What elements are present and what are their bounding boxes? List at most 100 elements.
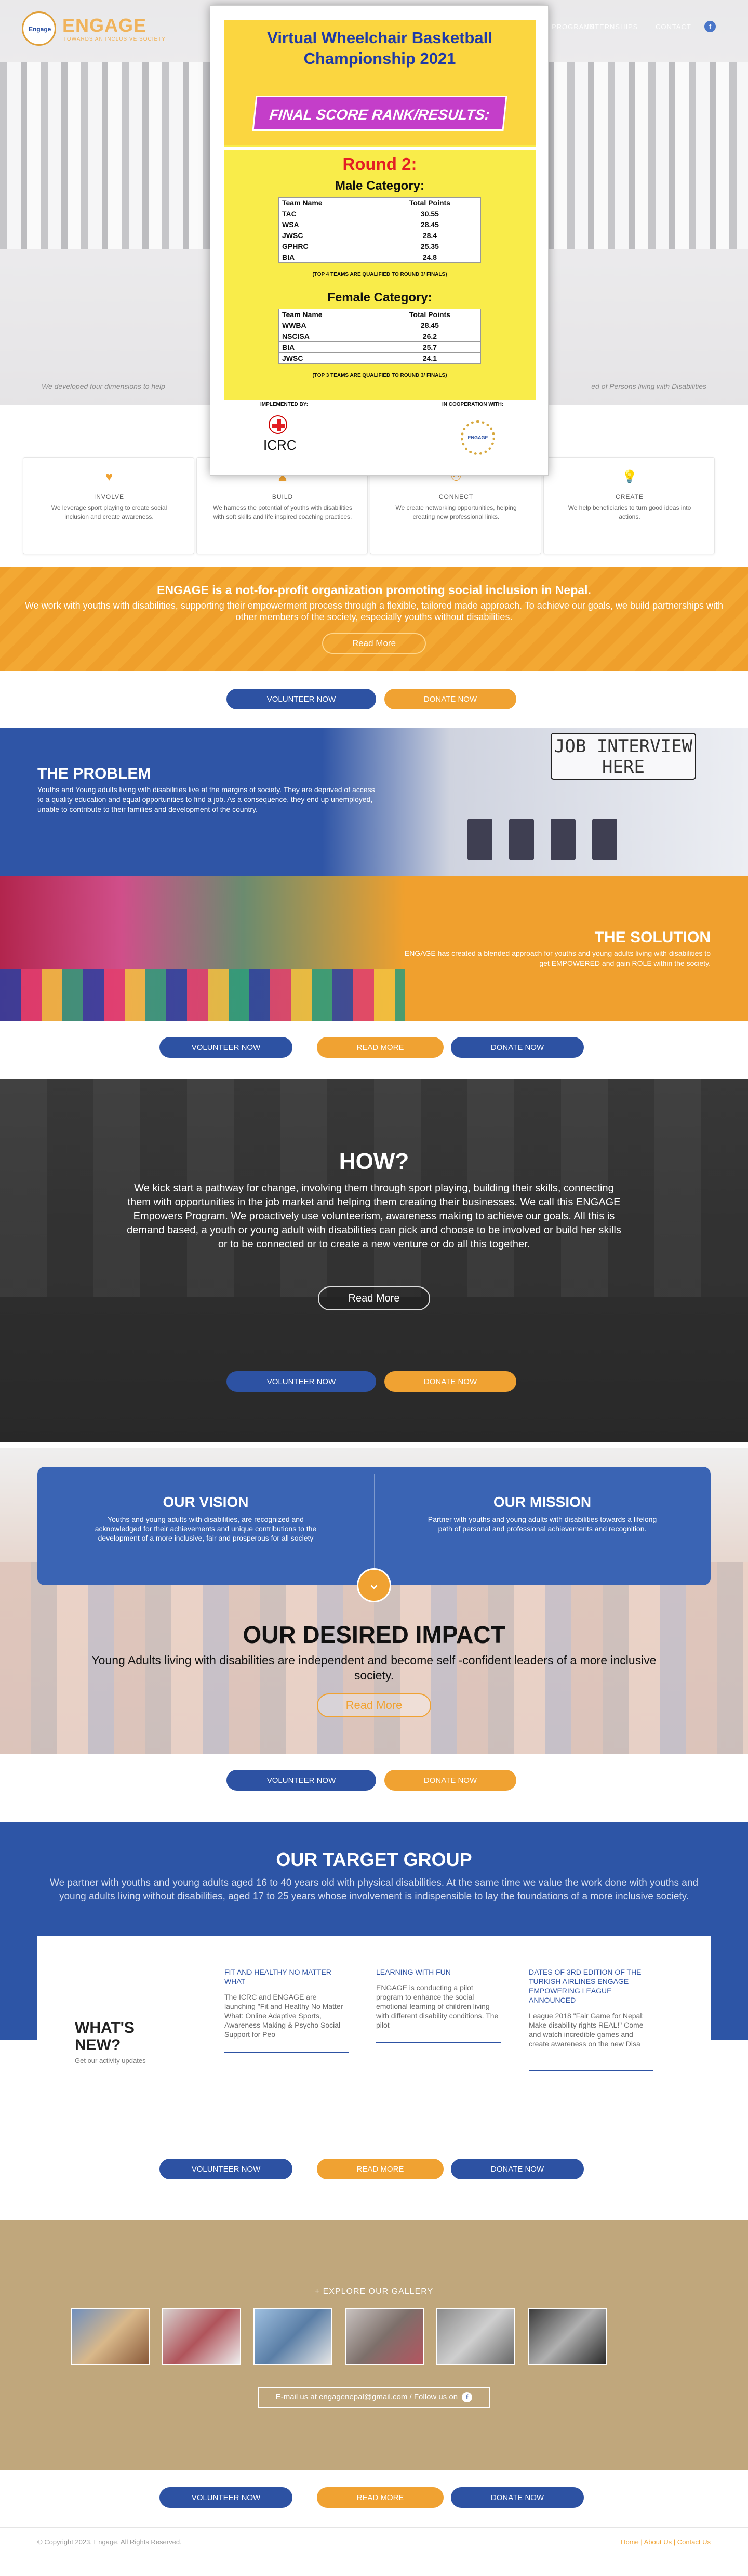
news-post[interactable]: FIT AND HEALTHY NO MATTER WHAT The ICRC …	[224, 1967, 349, 2053]
hero-tagline-right: ed of Persons living with Disabilities	[591, 382, 706, 390]
how-read-more-button[interactable]: Read More	[318, 1286, 430, 1310]
read-more-button[interactable]: READ MORE	[317, 1037, 444, 1058]
target-title: OUR TARGET GROUP	[276, 1849, 472, 1870]
team-cell: JWSC	[278, 352, 379, 364]
news-post-excerpt: The ICRC and ENGAGE are launching "Fit a…	[224, 1993, 343, 2039]
problem-title: THE PROBLEM	[37, 765, 151, 782]
about-read-more-button[interactable]: Read More	[322, 633, 426, 654]
job-interview-sign: JOB INTERVIEW HERE	[551, 733, 696, 780]
solution-title: THE SOLUTION	[594, 929, 711, 946]
solution-section: THE SOLUTION ENGAGE has created a blende…	[0, 876, 748, 1021]
female-note: (TOP 3 TEAMS ARE QUALIFIED TO ROUND 3/ F…	[312, 373, 447, 378]
copyright-text: © Copyright 2023. Engage. All Rights Res…	[37, 2538, 182, 2546]
about-text: We work with youths with disabilities, s…	[24, 600, 724, 622]
solution-photo	[0, 876, 405, 1021]
donate-button[interactable]: DONATE NOW	[451, 2487, 584, 2508]
logo-emblem-text: Engage	[29, 25, 51, 33]
gallery-image[interactable]	[162, 2308, 241, 2365]
volunteer-button[interactable]: VOLUNTEER NOW	[226, 1770, 376, 1791]
news-post-excerpt: League 2018 "Fair Game for Nepal: Make d…	[529, 2012, 644, 2048]
volunteer-button[interactable]: VOLUNTEER NOW	[226, 689, 376, 709]
read-more-button[interactable]: READ MORE	[317, 2487, 444, 2508]
card-title: BUILD	[272, 493, 293, 501]
team-cell: BIA	[278, 252, 379, 263]
donate-button[interactable]: DONATE NOW	[451, 2159, 584, 2179]
donate-button[interactable]: DONATE NOW	[384, 1770, 516, 1791]
news-post[interactable]: LEARNING WITH FUN ENGAGE is conducting a…	[376, 1967, 501, 2043]
results-popup[interactable]: Virtual Wheelchair Basketball Championsh…	[210, 5, 549, 476]
table-row: BIA 25.7	[278, 341, 482, 353]
facebook-icon[interactable]: f	[704, 21, 716, 32]
volunteer-button[interactable]: VOLUNTEER NOW	[159, 1037, 292, 1058]
team-cell: WWBA	[278, 320, 379, 331]
solution-text: ENGAGE has created a blended approach fo…	[404, 949, 711, 967]
facebook-icon[interactable]: f	[462, 2392, 473, 2403]
table-row: JWSC 28.4	[278, 230, 482, 241]
card-desc: We leverage sport playing to create soci…	[51, 504, 167, 520]
news-post-title[interactable]: LEARNING WITH FUN	[376, 1967, 501, 1977]
volunteer-button[interactable]: VOLUNTEER NOW	[159, 2487, 292, 2508]
site-logo[interactable]: Engage ENGAGE TOWARDS AN INCLUSIVE SOCIE…	[22, 11, 178, 48]
col-points: Total Points	[378, 309, 482, 320]
vision-title: OUR VISION	[163, 1494, 249, 1510]
poster-divider	[224, 147, 536, 150]
points-cell: 25.7	[378, 341, 482, 353]
points-cell: 24.1	[378, 352, 482, 364]
news-section: WHAT'S NEW? Get our activity updates FIT…	[37, 1936, 711, 2092]
impact-text: Young Adults living with disabilities ar…	[91, 1653, 657, 1682]
card-desc: We help beneficiaries to turn good ideas…	[568, 504, 691, 520]
contact-email-box[interactable]: E-mail us at engagenepal@gmail.com / Fol…	[258, 2387, 490, 2408]
news-post-excerpt: ENGAGE is conducting a pilot program to …	[376, 1983, 499, 2029]
chair-figure	[509, 819, 534, 860]
card-desc: We harness the potential of youths with …	[213, 504, 352, 520]
news-post-title[interactable]: DATES OF 3RD EDITION OF THE TURKISH AIRL…	[529, 1967, 653, 2005]
table-row: NSCISA 26.2	[278, 331, 482, 342]
logo-text: ENGAGE	[62, 15, 147, 36]
problem-text: Youths and Young adults living with disa…	[37, 785, 375, 813]
male-results-table: Team Name Total Points TAC 30.55 WSA 28.45 …	[278, 197, 482, 263]
news-subtitle: Get our activity updates	[75, 2057, 146, 2065]
donate-button[interactable]: DONATE NOW	[384, 1371, 516, 1392]
card-title: CONNECT	[438, 493, 474, 501]
gallery-image[interactable]	[345, 2308, 424, 2365]
news-post[interactable]: DATES OF 3RD EDITION OF THE TURKISH AIRL…	[529, 1967, 653, 2071]
nav-item-contact[interactable]: CONTACT	[656, 23, 691, 31]
problem-section: JOB INTERVIEW HERE THE PROBLEM Youths an…	[0, 728, 748, 876]
chevron-down-icon[interactable]: ⌄	[357, 1568, 391, 1602]
read-more-button[interactable]: READ MORE	[317, 2159, 444, 2179]
contact-email-text[interactable]: E-mail us at engagenepal@gmail.com / Fol…	[276, 2393, 458, 2401]
donate-button[interactable]: DONATE NOW	[384, 689, 516, 709]
points-cell: 25.35	[378, 241, 482, 252]
gallery-image[interactable]	[436, 2308, 515, 2365]
points-cell: 28.45	[378, 320, 482, 331]
vision-mission-box: OUR VISION Youths and young adults with …	[37, 1467, 711, 1585]
gallery-image[interactable]	[528, 2308, 607, 2365]
logo-tagline: TOWARDS AN INCLUSIVE SOCIETY	[63, 36, 166, 42]
points-cell: 28.4	[378, 230, 482, 241]
col-team: Team Name	[278, 309, 379, 320]
donate-button[interactable]: DONATE NOW	[451, 1037, 584, 1058]
card-desc: We create networking opportunities, help…	[395, 504, 517, 520]
volunteer-button[interactable]: VOLUNTEER NOW	[159, 2159, 292, 2179]
points-cell: 28.45	[378, 219, 482, 230]
points-cell: 26.2	[378, 331, 482, 342]
table-row: BIA 24.8	[278, 252, 482, 263]
card-create[interactable]: 💡 CREATE We help beneficiaries to turn g…	[543, 457, 715, 554]
card-involve[interactable]: ♥ INVOLVE We leverage sport playing to c…	[23, 457, 194, 554]
news-post-title[interactable]: FIT AND HEALTHY NO MATTER WHAT	[224, 1967, 349, 1986]
impact-title: OUR DESIRED IMPACT	[243, 1621, 505, 1648]
gallery-image[interactable]	[253, 2308, 332, 2365]
col-points: Total Points	[378, 197, 482, 208]
implemented-by-label: IMPLEMENTED BY:	[260, 402, 309, 408]
gallery-title[interactable]: + EXPLORE OUR GALLERY	[0, 2287, 748, 2296]
footer-links[interactable]: Home | About Us | Contact Us	[621, 2538, 711, 2546]
gallery-image[interactable]	[71, 2308, 150, 2365]
news-title: WHAT'S NEW?	[75, 2019, 135, 2054]
nav-item-internships[interactable]: INTERNSHIPS	[587, 23, 638, 31]
impact-read-more-button[interactable]: Read More	[317, 1693, 431, 1717]
news-post-underline	[529, 2070, 653, 2071]
news-post-underline	[224, 2052, 349, 2053]
engage-seal-icon: ENGAGE	[461, 420, 495, 455]
volunteer-button[interactable]: VOLUNTEER NOW	[226, 1371, 376, 1392]
table-row: TAC 30.55	[278, 208, 482, 219]
